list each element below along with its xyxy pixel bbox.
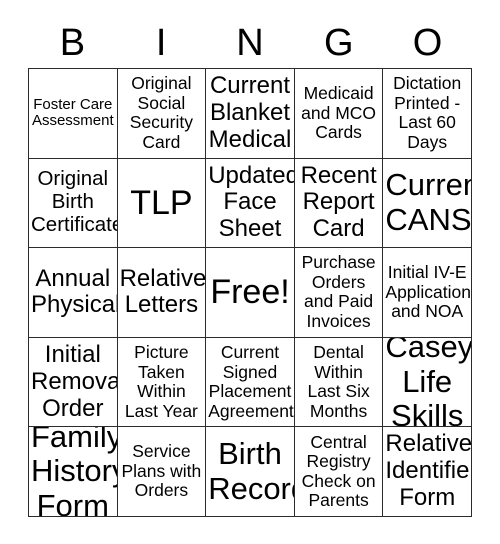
bingo-cell-r1c5[interactable]: Dictation Printed - Last 60 Days: [383, 69, 472, 159]
bingo-cell-label: TLP: [130, 183, 193, 222]
bingo-cell-r4c3[interactable]: Current Signed Placement Agreement: [206, 337, 295, 428]
bingo-cell-r5c4[interactable]: Central Registry Check on Parents: [294, 427, 384, 517]
bingo-cell-label: Medicaid and MCO Cards: [301, 82, 377, 143]
bingo-cell-r1c1[interactable]: Foster Care Assessment: [29, 69, 118, 159]
bingo-grid: Foster Care Assessment Original Social Se…: [28, 68, 472, 517]
bingo-cell-label: Recent Report Card: [300, 161, 377, 243]
bingo-cell-r1c2[interactable]: Original Social Security Card: [117, 69, 207, 159]
bingo-cell-r5c1[interactable]: Family History Form: [29, 427, 118, 517]
bingo-cell-label: Original Social Security Card: [129, 73, 193, 152]
bingo-cell-label: Relative Identifier Form: [385, 430, 472, 512]
bingo-cell-r3c4[interactable]: Purchase Orders and Paid Invoices: [294, 248, 384, 338]
bingo-cell-label: Free!: [210, 273, 290, 312]
bingo-cell-r4c2[interactable]: Picture Taken Within Last Year: [117, 337, 207, 428]
bingo-cell-label: Initial IV-E Application and NOA: [385, 262, 472, 322]
bingo-cell-label: Casey Life Skills: [385, 337, 472, 428]
bingo-cell-label: Relative Letters: [119, 264, 207, 319]
bingo-cell-label: Central Registry Check on Parents: [301, 431, 376, 511]
bingo-cell-r3c5[interactable]: Initial IV-E Application and NOA: [383, 248, 472, 338]
bingo-cell-label: Family History Form: [31, 427, 118, 517]
bingo-cell-r1c3[interactable]: Current Blanket Medical: [206, 69, 295, 159]
bingo-cell-label: Updated Face Sheet: [208, 161, 295, 243]
bingo-cell-label: Original Birth Certificate: [31, 167, 118, 237]
bingo-cell-label: Current Signed Placement Agreement: [208, 341, 294, 421]
bingo-cell-r1c4[interactable]: Medicaid and MCO Cards: [294, 69, 384, 159]
bingo-cell-label: Purchase Orders and Paid Invoices: [301, 252, 376, 332]
bingo-cell-label: Current CANS: [385, 167, 472, 237]
header-letter-b: B: [59, 22, 86, 64]
bingo-cell-r2c3[interactable]: Updated Face Sheet: [206, 158, 295, 249]
bingo-cell-label: Annual Physical: [31, 264, 118, 319]
bingo-cell-label: Picture Taken Within Last Year: [124, 341, 198, 421]
bingo-cell-label: Foster Care Assessment: [31, 95, 114, 130]
bingo-cell-r4c5[interactable]: Casey Life Skills: [383, 337, 472, 428]
bingo-cell-r4c1[interactable]: Initial Removal Order: [29, 337, 118, 428]
bingo-cell-label: Initial Removal Order: [31, 340, 118, 422]
header-letter-g: G: [324, 22, 354, 64]
bingo-cell-label: Current Blanket Medical: [208, 71, 292, 153]
bingo-cell-r5c5[interactable]: Relative Identifier Form: [383, 427, 472, 517]
bingo-header: B I N G O: [28, 18, 472, 68]
bingo-cell-label: Birth Record: [208, 435, 294, 506]
header-letter-n: N: [236, 22, 264, 64]
bingo-cell-r3c3[interactable]: Free!: [206, 248, 295, 338]
bingo-cell-r2c4[interactable]: Recent Report Card: [294, 158, 384, 249]
bingo-cell-label: Service Plans with Orders: [121, 441, 202, 501]
bingo-cell-r5c3[interactable]: Birth Record: [206, 427, 295, 517]
bingo-cell-r3c2[interactable]: Relative Letters: [117, 248, 207, 338]
bingo-cell-r2c2[interactable]: TLP: [117, 158, 207, 249]
bingo-cell-r2c1[interactable]: Original Birth Certificate: [29, 158, 118, 249]
header-letter-i: I: [155, 22, 167, 64]
header-letter-o: O: [412, 22, 443, 64]
bingo-cell-r3c1[interactable]: Annual Physical: [29, 248, 118, 338]
bingo-cell-label: Dictation Printed - Last 60 Days: [393, 73, 462, 152]
bingo-card: B I N G O Foster Care Assessment Original…: [0, 0, 500, 544]
bingo-cell-r2c5[interactable]: Current CANS: [383, 158, 472, 249]
bingo-cell-label: Dental Within Last Six Months: [307, 341, 370, 421]
bingo-cell-r4c4[interactable]: Dental Within Last Six Months: [294, 337, 384, 428]
bingo-cell-r5c2[interactable]: Service Plans with Orders: [117, 427, 207, 517]
